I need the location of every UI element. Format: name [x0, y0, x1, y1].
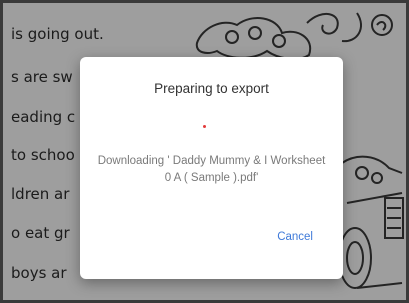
progress-spinner-icon — [203, 125, 206, 128]
dialog-title: Preparing to export — [154, 81, 269, 96]
export-progress-dialog: Preparing to export Downloading ' Daddy … — [80, 57, 343, 279]
download-status-message: Downloading ' Daddy Mummy & I Worksheet … — [97, 155, 326, 184]
cancel-button[interactable]: Cancel — [277, 231, 313, 243]
